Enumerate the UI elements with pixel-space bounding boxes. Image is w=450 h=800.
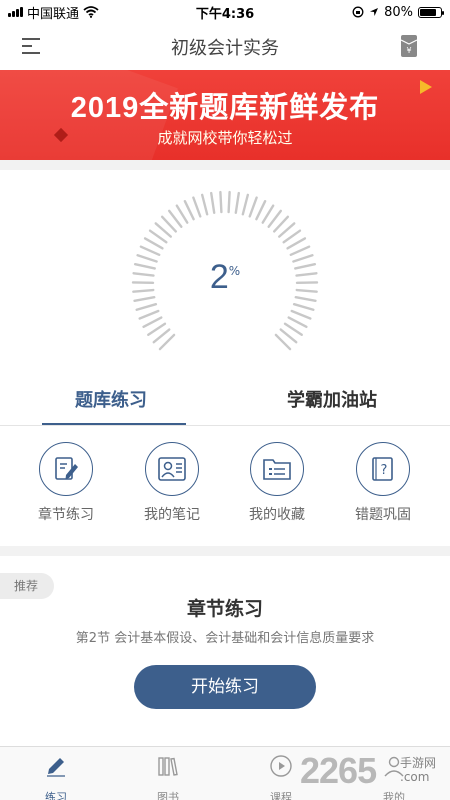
signal-icon bbox=[8, 7, 23, 17]
pencil-icon bbox=[26, 753, 86, 779]
status-bar: 中国联通 下午4:36 80% bbox=[0, 0, 450, 24]
edit-document-icon bbox=[39, 442, 93, 496]
wrong-questions-label: 错题巩固 bbox=[355, 507, 411, 523]
tabbar-item-practice[interactable]: 练习 bbox=[26, 753, 86, 800]
wrong-questions-action[interactable]: ? 错题巩固 bbox=[343, 442, 423, 524]
gauge-tick bbox=[261, 204, 275, 224]
carrier-label: 中国联通 bbox=[27, 6, 80, 22]
wallet-symbol: ¥ bbox=[406, 46, 411, 55]
quick-actions: 章节练习 我的笔记 我的收藏 ? 错题巩固 bbox=[0, 426, 450, 546]
gauge-tick bbox=[286, 237, 307, 250]
start-practice-button[interactable]: 开始练习 bbox=[134, 665, 316, 709]
battery-icon bbox=[418, 6, 444, 18]
battery-fill bbox=[420, 8, 436, 16]
gauge-tick bbox=[277, 222, 296, 238]
page-title: 初级会计实务 bbox=[171, 38, 279, 59]
watermark-line2: .com bbox=[400, 770, 430, 784]
my-favorites-label: 我的收藏 bbox=[249, 507, 305, 523]
site-watermark: 2265 手游网 .com bbox=[300, 750, 450, 792]
watermark-text: 手游网 .com bbox=[400, 756, 436, 784]
gauge-tick bbox=[138, 309, 160, 320]
gauge-tick bbox=[160, 215, 178, 233]
gauge-tick bbox=[147, 322, 167, 336]
banner-subtitle: 成就网校带你轻松过 bbox=[157, 129, 293, 147]
gauge-tick bbox=[292, 302, 315, 311]
gauge-tick bbox=[142, 316, 163, 329]
gauge-tick bbox=[294, 295, 317, 303]
gauge-tick bbox=[183, 200, 195, 221]
gauge-tick bbox=[219, 190, 223, 214]
nav-bar: 初级会计实务 ¥ bbox=[0, 24, 450, 70]
gauge-tick bbox=[143, 237, 164, 250]
progress-unit: % bbox=[228, 264, 241, 278]
my-notes-label: 我的笔记 bbox=[144, 507, 200, 523]
gauge-tick bbox=[175, 204, 189, 224]
gauge-tick bbox=[152, 328, 171, 344]
gauge-tick bbox=[200, 193, 209, 216]
my-notes-action[interactable]: 我的笔记 bbox=[132, 442, 212, 524]
rotation-lock-icon bbox=[352, 6, 364, 18]
notes-profile-icon bbox=[145, 442, 199, 496]
recommend-description: 第2节 会计基本假设、会计基础和会计信息质量要求 bbox=[75, 631, 375, 646]
active-tab-indicator bbox=[42, 423, 186, 425]
status-right: 80% bbox=[352, 4, 444, 20]
tabbar-label-books: 图书 bbox=[157, 791, 179, 800]
chapter-practice-label: 章节练习 bbox=[38, 507, 94, 523]
gauge-tick bbox=[289, 245, 311, 256]
gauge-tick bbox=[241, 193, 250, 216]
chapter-practice-action[interactable]: 章节练习 bbox=[26, 442, 106, 524]
location-icon bbox=[370, 8, 379, 16]
gauge-tick bbox=[248, 196, 258, 218]
gauge-tick bbox=[135, 302, 158, 311]
gauge-tick bbox=[133, 295, 156, 303]
wifi-icon bbox=[83, 6, 99, 18]
recommend-title: 章节练习 bbox=[186, 598, 263, 620]
gauge-tick bbox=[255, 200, 267, 221]
status-left: 中国联通 bbox=[8, 3, 99, 22]
progress-value: 2% bbox=[0, 258, 450, 297]
battery-percent: 80% bbox=[384, 4, 413, 20]
tab-question-bank[interactable]: 题库练习 bbox=[75, 386, 147, 412]
gauge-tick bbox=[290, 309, 312, 320]
yen-wallet-icon[interactable]: ¥ bbox=[400, 34, 418, 58]
books-icon bbox=[138, 753, 198, 779]
gauge-tick bbox=[274, 333, 292, 351]
menu-icon[interactable] bbox=[22, 38, 40, 56]
gauge-tick bbox=[287, 316, 308, 329]
question-book-icon: ? bbox=[356, 442, 410, 496]
gauge-tick bbox=[192, 196, 202, 218]
banner-title: 2019全新题库新鲜发布 bbox=[70, 92, 380, 124]
tabbar-label-practice: 练习 bbox=[45, 791, 67, 800]
svg-text:?: ? bbox=[381, 463, 388, 478]
gauge-tick bbox=[234, 191, 240, 215]
gauge-tick bbox=[283, 322, 303, 336]
gauge-tick bbox=[267, 209, 283, 228]
my-favorites-action[interactable]: 我的收藏 bbox=[237, 442, 317, 524]
gauge-tick bbox=[210, 191, 216, 215]
progress-number: 2 bbox=[209, 258, 229, 296]
promo-banner[interactable]: 2019全新题库新鲜发布 成就网校带你轻松过 bbox=[0, 70, 450, 160]
gauge-tick bbox=[154, 222, 173, 238]
gauge-tick bbox=[279, 328, 298, 344]
gauge-tick bbox=[139, 245, 161, 256]
tab-study-station[interactable]: 学霸加油站 bbox=[287, 386, 377, 412]
gauge-tick bbox=[158, 333, 176, 351]
recommend-card: 推荐 章节练习 第2节 会计基本假设、会计基础和会计信息质量要求 开始练习 bbox=[0, 556, 450, 746]
gauge-tick bbox=[148, 229, 168, 244]
section-tabs: 题库练习 学霸加油站 bbox=[0, 370, 450, 426]
gauge-tick bbox=[282, 229, 302, 244]
folder-icon bbox=[250, 442, 304, 496]
gauge-tick bbox=[272, 215, 290, 233]
watermark-line1: 手游网 bbox=[400, 756, 437, 770]
watermark-number: 2265 bbox=[300, 750, 377, 791]
tabbar-item-books[interactable]: 图书 bbox=[138, 753, 198, 800]
gauge-tick bbox=[167, 209, 183, 228]
gauge-tick bbox=[227, 190, 231, 214]
